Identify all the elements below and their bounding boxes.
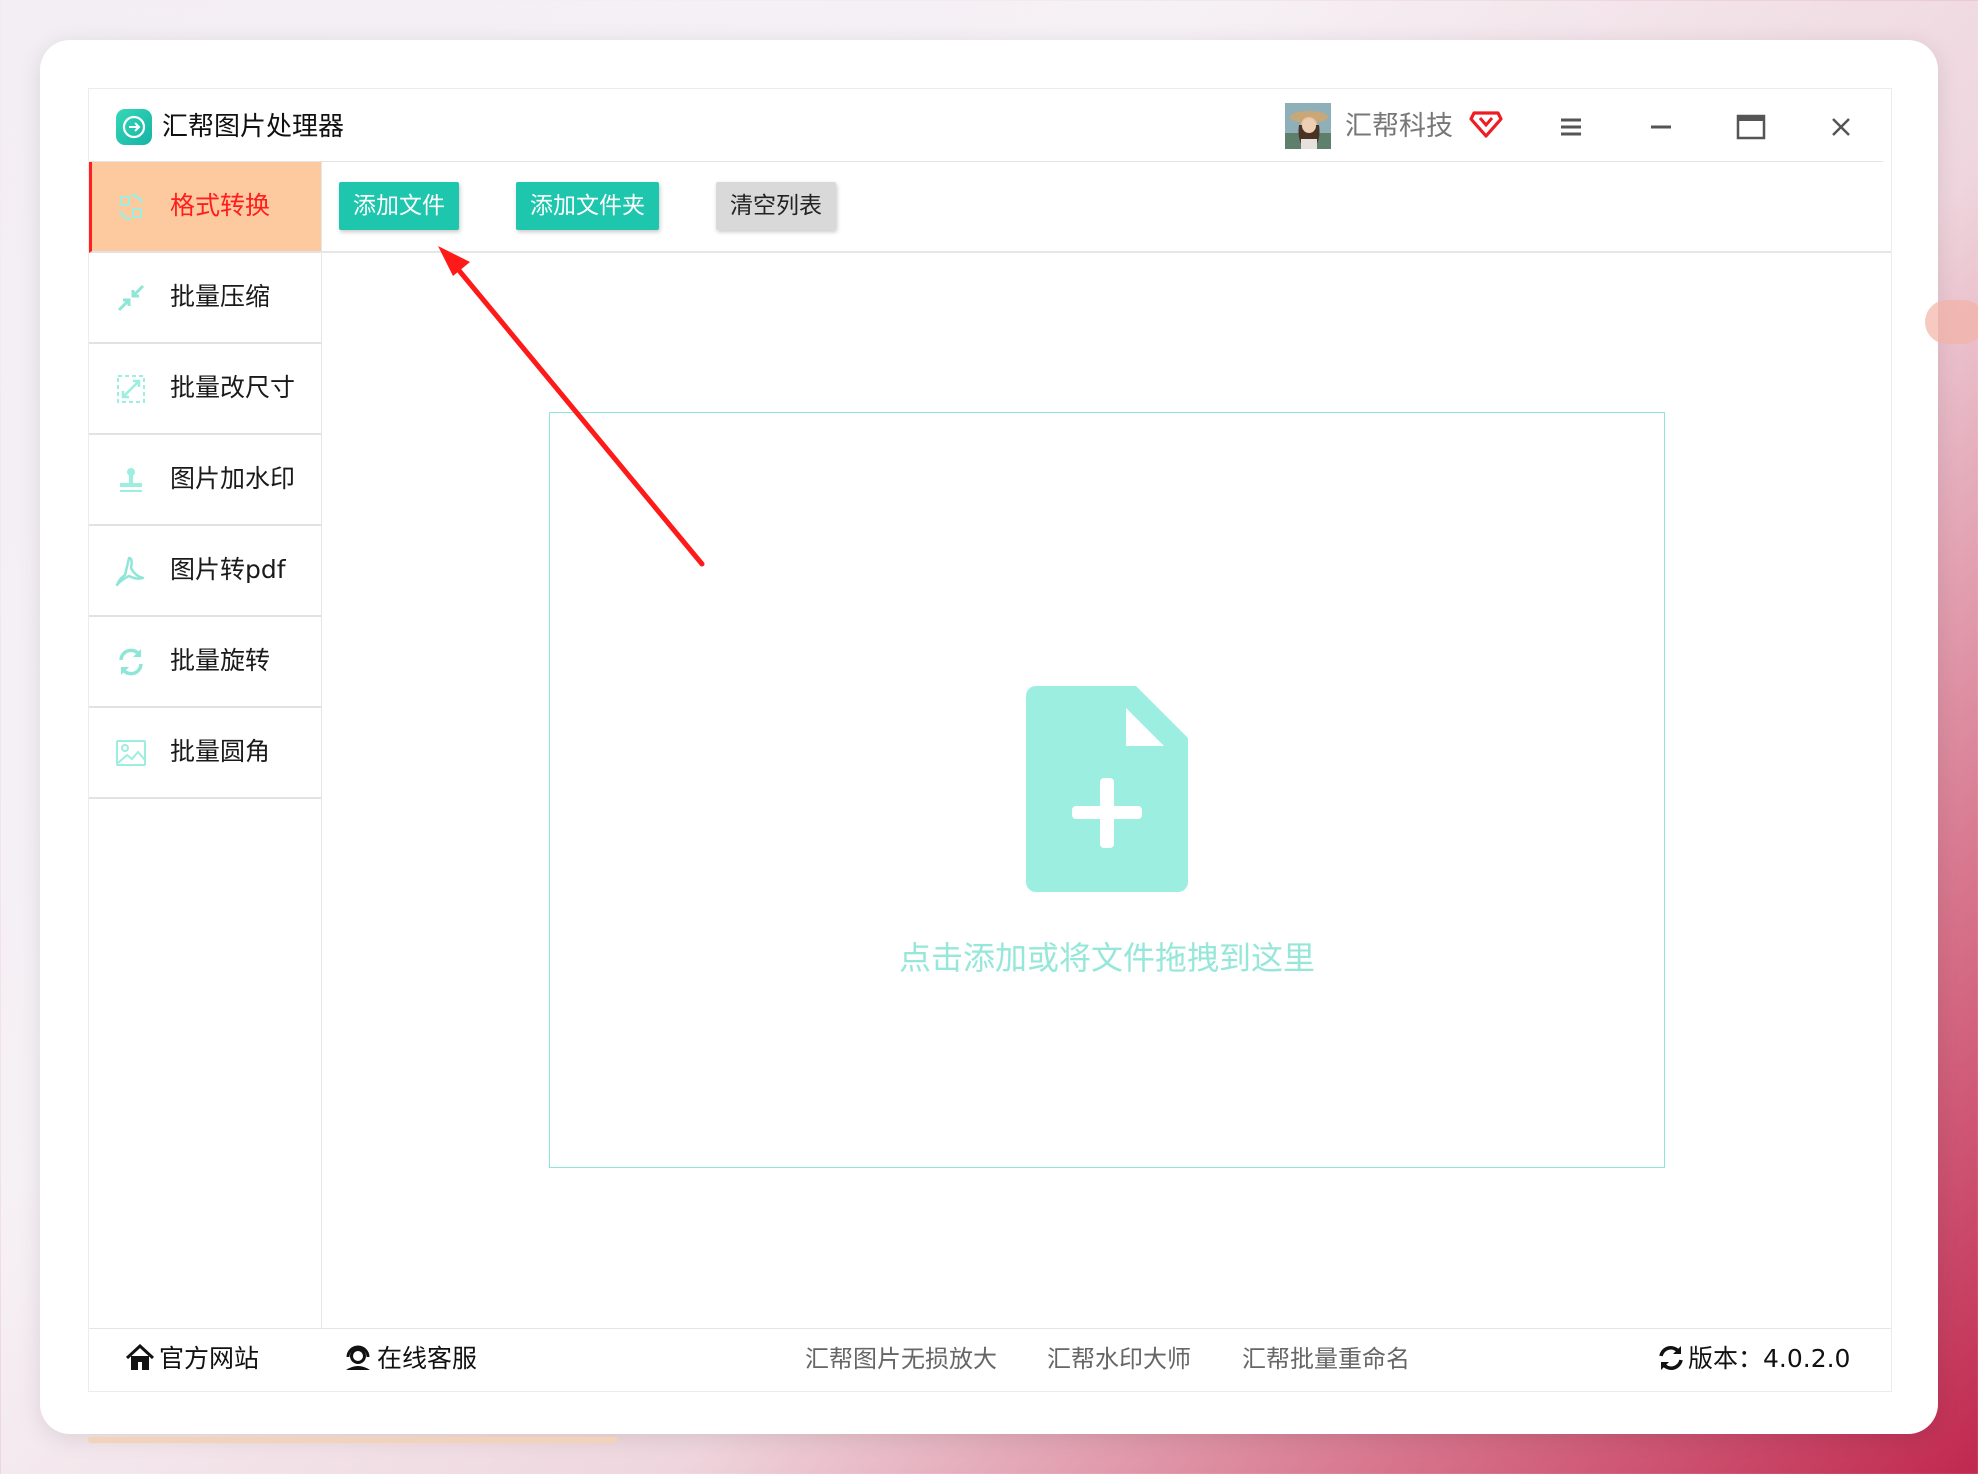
pdf-icon xyxy=(115,556,145,587)
sidebar-item-batch-rotate[interactable]: 批量旋转 xyxy=(89,617,321,708)
title-bar: 汇帮图片处理器 汇帮科技 xyxy=(89,89,1891,161)
maximize-icon[interactable] xyxy=(1731,109,1771,145)
official-site-link[interactable]: 官方网站 xyxy=(125,1341,259,1377)
close-icon[interactable] xyxy=(1821,109,1861,145)
menu-icon[interactable] xyxy=(1551,109,1591,145)
resize-icon xyxy=(117,375,145,403)
app-logo-icon xyxy=(116,109,152,145)
sidebar-item-batch-round-corner[interactable]: 批量圆角 xyxy=(89,708,321,799)
clear-list-button[interactable]: 清空列表 xyxy=(716,182,836,230)
toolbar: 添加文件 添加文件夹 清空列表 xyxy=(322,162,1891,253)
update-refresh-icon xyxy=(1659,1346,1683,1370)
user-avatar[interactable] xyxy=(1285,103,1331,149)
sidebar-item-label: 批量压缩 xyxy=(170,282,271,311)
sidebar: 格式转换 批量压缩 批量改尺寸 图片加水印 图片转pdf 批量旋转 批量圆角 xyxy=(89,162,322,1329)
drop-hint-text: 点击添加或将文件拖拽到这里 xyxy=(898,939,1315,977)
vip-diamond-icon[interactable] xyxy=(1469,105,1503,143)
sidebar-item-watermark[interactable]: 图片加水印 xyxy=(89,435,321,526)
online-service-label: 在线客服 xyxy=(377,1344,478,1373)
sidebar-item-image-to-pdf[interactable]: 图片转pdf xyxy=(89,526,321,617)
link-watermark-master[interactable]: 汇帮水印大师 xyxy=(1047,1341,1191,1377)
image-corner-icon xyxy=(116,740,146,766)
home-icon xyxy=(125,1343,155,1370)
headset-icon xyxy=(346,1345,370,1370)
official-site-label: 官方网站 xyxy=(159,1344,260,1373)
username[interactable]: 汇帮科技 xyxy=(1345,107,1453,147)
add-file-button[interactable]: 添加文件 xyxy=(339,182,459,230)
sidebar-item-label: 图片转pdf xyxy=(170,555,286,584)
file-drop-zone[interactable]: 点击添加或将文件拖拽到这里 xyxy=(549,412,1665,1168)
status-bar: 官方网站 在线客服 汇帮图片无损放大 汇帮水印大师 汇帮批量重命名 版本：4.0… xyxy=(89,1328,1891,1391)
compress-arrows-icon xyxy=(117,284,145,312)
app-title: 汇帮图片处理器 xyxy=(162,112,345,142)
sidebar-item-label: 图片加水印 xyxy=(170,464,296,493)
sidebar-item-format-convert[interactable]: 格式转换 xyxy=(89,162,321,253)
background-decoration xyxy=(1925,300,1978,344)
link-batch-rename[interactable]: 汇帮批量重命名 xyxy=(1242,1341,1410,1377)
sidebar-item-label: 批量改尺寸 xyxy=(170,373,296,402)
add-file-icon xyxy=(1026,686,1188,892)
online-service-link[interactable]: 在线客服 xyxy=(343,1341,477,1377)
background-decoration-line xyxy=(88,1437,618,1443)
sidebar-item-batch-compress[interactable]: 批量压缩 xyxy=(89,253,321,344)
sidebar-item-label: 批量旋转 xyxy=(170,646,271,675)
sidebar-item-label: 批量圆角 xyxy=(170,737,271,766)
stamp-icon xyxy=(120,468,142,492)
link-lossless-upscale[interactable]: 汇帮图片无损放大 xyxy=(805,1341,997,1377)
sidebar-item-label: 格式转换 xyxy=(170,191,271,220)
add-folder-button[interactable]: 添加文件夹 xyxy=(516,182,659,230)
sidebar-item-batch-resize[interactable]: 批量改尺寸 xyxy=(89,344,321,435)
format-convert-icon xyxy=(118,193,144,221)
minimize-icon[interactable] xyxy=(1641,109,1681,145)
version-info[interactable]: 版本：4.0.2.0 xyxy=(1656,1341,1850,1377)
version-label: 版本：4.0.2.0 xyxy=(1688,1344,1851,1373)
app-window: 汇帮图片处理器 汇帮科技 格式转换 批量压缩 批量改尺寸 图片加水印 图片转pd… xyxy=(88,88,1892,1392)
rotate-icon xyxy=(119,648,143,676)
